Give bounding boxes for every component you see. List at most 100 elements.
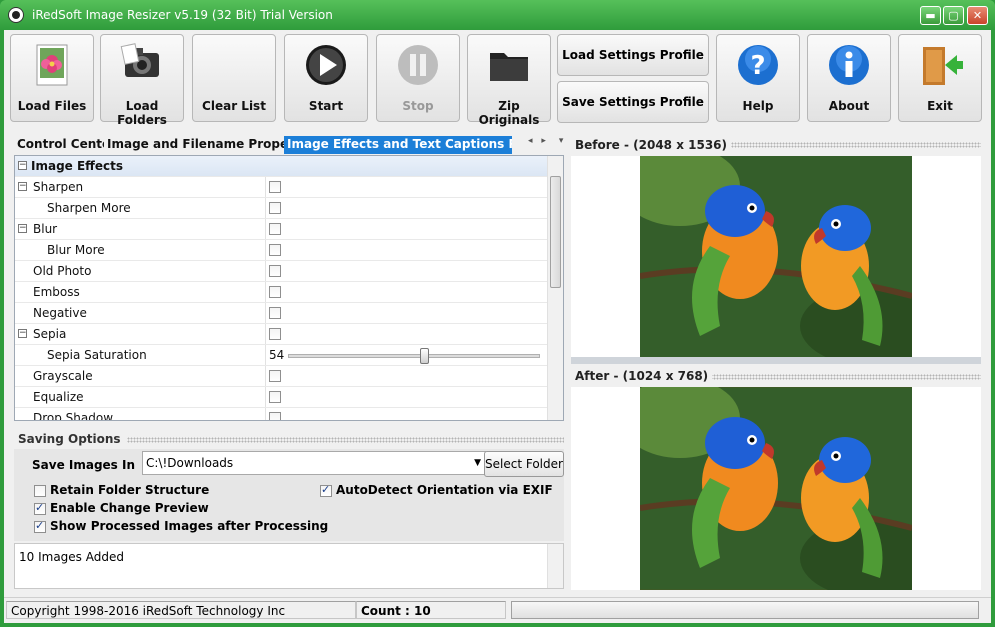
tab-image-effects-captions[interactable]: Image Effects and Text Captions Propert bbox=[284, 136, 512, 154]
autodetect-orientation-label: AutoDetect Orientation via EXIF bbox=[336, 483, 553, 497]
effect-checkbox[interactable] bbox=[269, 328, 281, 340]
retain-folder-structure-option[interactable]: Retain Folder Structure bbox=[34, 483, 209, 497]
grid-row[interactable]: Negative bbox=[15, 303, 563, 324]
sepia-saturation-slider[interactable] bbox=[288, 348, 540, 364]
grid-row[interactable]: − Sepia bbox=[15, 324, 563, 345]
combo-arrow-icon[interactable]: ▼ bbox=[474, 452, 481, 474]
select-folder-button[interactable]: Select Folder bbox=[484, 451, 564, 477]
scrollbar-thumb[interactable] bbox=[550, 176, 561, 288]
grid-row[interactable]: Drop Shadow bbox=[15, 408, 563, 421]
grid-row[interactable]: Blur More bbox=[15, 240, 563, 261]
grid-row-label: Old Photo bbox=[33, 264, 92, 278]
grid-row[interactable]: Sepia Saturation 54 bbox=[15, 345, 563, 366]
zip-originals-button[interactable]: Zip Originals bbox=[467, 34, 551, 127]
retain-folder-structure-label: Retain Folder Structure bbox=[50, 483, 210, 497]
collapse-icon[interactable]: − bbox=[18, 182, 27, 191]
effect-checkbox[interactable] bbox=[269, 307, 281, 319]
grid-row[interactable]: Sharpen More bbox=[15, 198, 563, 219]
effect-checkbox[interactable] bbox=[269, 244, 281, 256]
grid-scrollbar[interactable] bbox=[547, 156, 563, 420]
effect-checkbox[interactable] bbox=[269, 265, 281, 277]
grid-value-cell bbox=[265, 261, 547, 281]
save-folder-combo[interactable]: C:\!Downloads ▼ bbox=[142, 451, 486, 475]
show-processed-images-label: Show Processed Images after Processing bbox=[50, 519, 329, 533]
grid-row-label: Grayscale bbox=[33, 369, 93, 383]
collapse-icon[interactable]: − bbox=[18, 329, 27, 338]
category-row[interactable]: − Image Effects bbox=[15, 156, 563, 177]
grid-value-cell bbox=[265, 219, 547, 239]
grid-value-cell bbox=[265, 324, 547, 344]
grid-row[interactable]: − Blur bbox=[15, 219, 563, 240]
grid-row-label: Sepia bbox=[33, 327, 67, 341]
grid-row-label: Blur More bbox=[47, 243, 105, 257]
door-exit-icon bbox=[923, 47, 963, 85]
after-image bbox=[640, 387, 912, 590]
maximize-button[interactable]: ▢ bbox=[943, 6, 964, 25]
start-button[interactable]: Start bbox=[284, 34, 368, 122]
collapse-icon[interactable]: − bbox=[18, 224, 27, 233]
effect-checkbox[interactable] bbox=[269, 370, 281, 382]
grid-row[interactable]: Grayscale bbox=[15, 366, 563, 387]
load-folders-button[interactable]: Load Folders bbox=[100, 34, 184, 127]
clear-list-button[interactable]: Clear List bbox=[192, 34, 276, 122]
copyright-text: Copyright 1998-2016 iRedSoft Technology … bbox=[6, 601, 356, 619]
stop-button[interactable]: Stop bbox=[376, 34, 460, 122]
tab-scroll-left-icon[interactable]: ◂ bbox=[528, 136, 533, 146]
exit-button[interactable]: Exit bbox=[898, 34, 982, 122]
grid-row-label: Drop Shadow bbox=[33, 411, 114, 421]
enable-change-preview-option[interactable]: Enable Change Preview bbox=[34, 501, 209, 515]
tab-scroll-right-icon[interactable]: ▸ bbox=[541, 136, 546, 146]
grid-row[interactable]: Equalize bbox=[15, 387, 563, 408]
after-title: After - (1024 x 768) bbox=[571, 369, 713, 383]
help-button[interactable]: ? Help bbox=[716, 34, 800, 122]
grid-value-cell bbox=[265, 387, 547, 407]
save-folder-value: C:\!Downloads bbox=[146, 456, 234, 470]
log-panel: 10 Images Added bbox=[14, 543, 564, 589]
effect-checkbox[interactable] bbox=[269, 412, 281, 420]
log-scrollbar[interactable] bbox=[547, 544, 563, 588]
image-count: Count : 10 bbox=[356, 601, 506, 619]
effect-checkbox[interactable] bbox=[269, 181, 281, 193]
effect-checkbox[interactable] bbox=[269, 223, 281, 235]
grid-row[interactable]: − Sharpen bbox=[15, 177, 563, 198]
minimize-button[interactable]: ▬ bbox=[920, 6, 941, 25]
grid-row[interactable]: Emboss bbox=[15, 282, 563, 303]
tab-menu-icon[interactable]: ▾ bbox=[559, 136, 564, 146]
show-processed-images-option[interactable]: Show Processed Images after Processing bbox=[34, 519, 328, 533]
show-processed-images-checkbox[interactable] bbox=[34, 519, 46, 533]
category-label: Image Effects bbox=[31, 159, 124, 173]
effect-checkbox[interactable] bbox=[269, 202, 281, 214]
autodetect-orientation-option[interactable]: AutoDetect Orientation via EXIF bbox=[320, 483, 553, 497]
effect-checkbox[interactable] bbox=[269, 391, 281, 403]
enable-change-preview-label: Enable Change Preview bbox=[50, 501, 209, 515]
pause-icon bbox=[398, 45, 438, 85]
load-files-button[interactable]: Load Files bbox=[10, 34, 94, 122]
image-effects-grid: − Image Effects − Sharpen Sharpen More − Blu… bbox=[14, 155, 564, 421]
save-settings-profile-button[interactable]: Save Settings Profile bbox=[557, 81, 709, 123]
grid-value-cell bbox=[265, 198, 547, 218]
log-text: 10 Images Added bbox=[19, 550, 124, 564]
autodetect-orientation-checkbox[interactable] bbox=[320, 483, 332, 497]
title-bar: iRedSoft Image Resizer v5.19 (32 Bit) Tr… bbox=[0, 0, 995, 30]
load-settings-profile-button[interactable]: Load Settings Profile bbox=[557, 34, 709, 76]
grid-row-label: Equalize bbox=[33, 390, 84, 404]
retain-folder-structure-checkbox[interactable] bbox=[34, 484, 46, 497]
tab-image-filename-properties[interactable]: Image and Filename Properties bbox=[104, 136, 284, 154]
status-bar: Copyright 1998-2016 iRedSoft Technology … bbox=[4, 597, 991, 621]
tab-control-center[interactable]: Control Center bbox=[14, 136, 104, 154]
collapse-icon[interactable]: − bbox=[18, 161, 27, 170]
after-preview-area bbox=[571, 387, 981, 590]
grid-row[interactable]: Old Photo bbox=[15, 261, 563, 282]
slider-knob[interactable] bbox=[420, 348, 429, 364]
progress-bar bbox=[511, 601, 979, 619]
enable-change-preview-checkbox[interactable] bbox=[34, 501, 46, 515]
close-button[interactable]: ✕ bbox=[967, 6, 988, 25]
effect-checkbox[interactable] bbox=[269, 286, 281, 298]
grid-value-cell bbox=[265, 282, 547, 302]
tab-scroll-controls: ◂ ▸ ▾ bbox=[528, 136, 568, 146]
preview-splitter[interactable] bbox=[571, 357, 981, 364]
grid-value-cell bbox=[265, 177, 547, 197]
app-icon bbox=[8, 7, 24, 23]
about-button[interactable]: About bbox=[807, 34, 891, 122]
grid-rows: − Sharpen Sharpen More − Blur Blur More Old Ph… bbox=[15, 177, 563, 421]
